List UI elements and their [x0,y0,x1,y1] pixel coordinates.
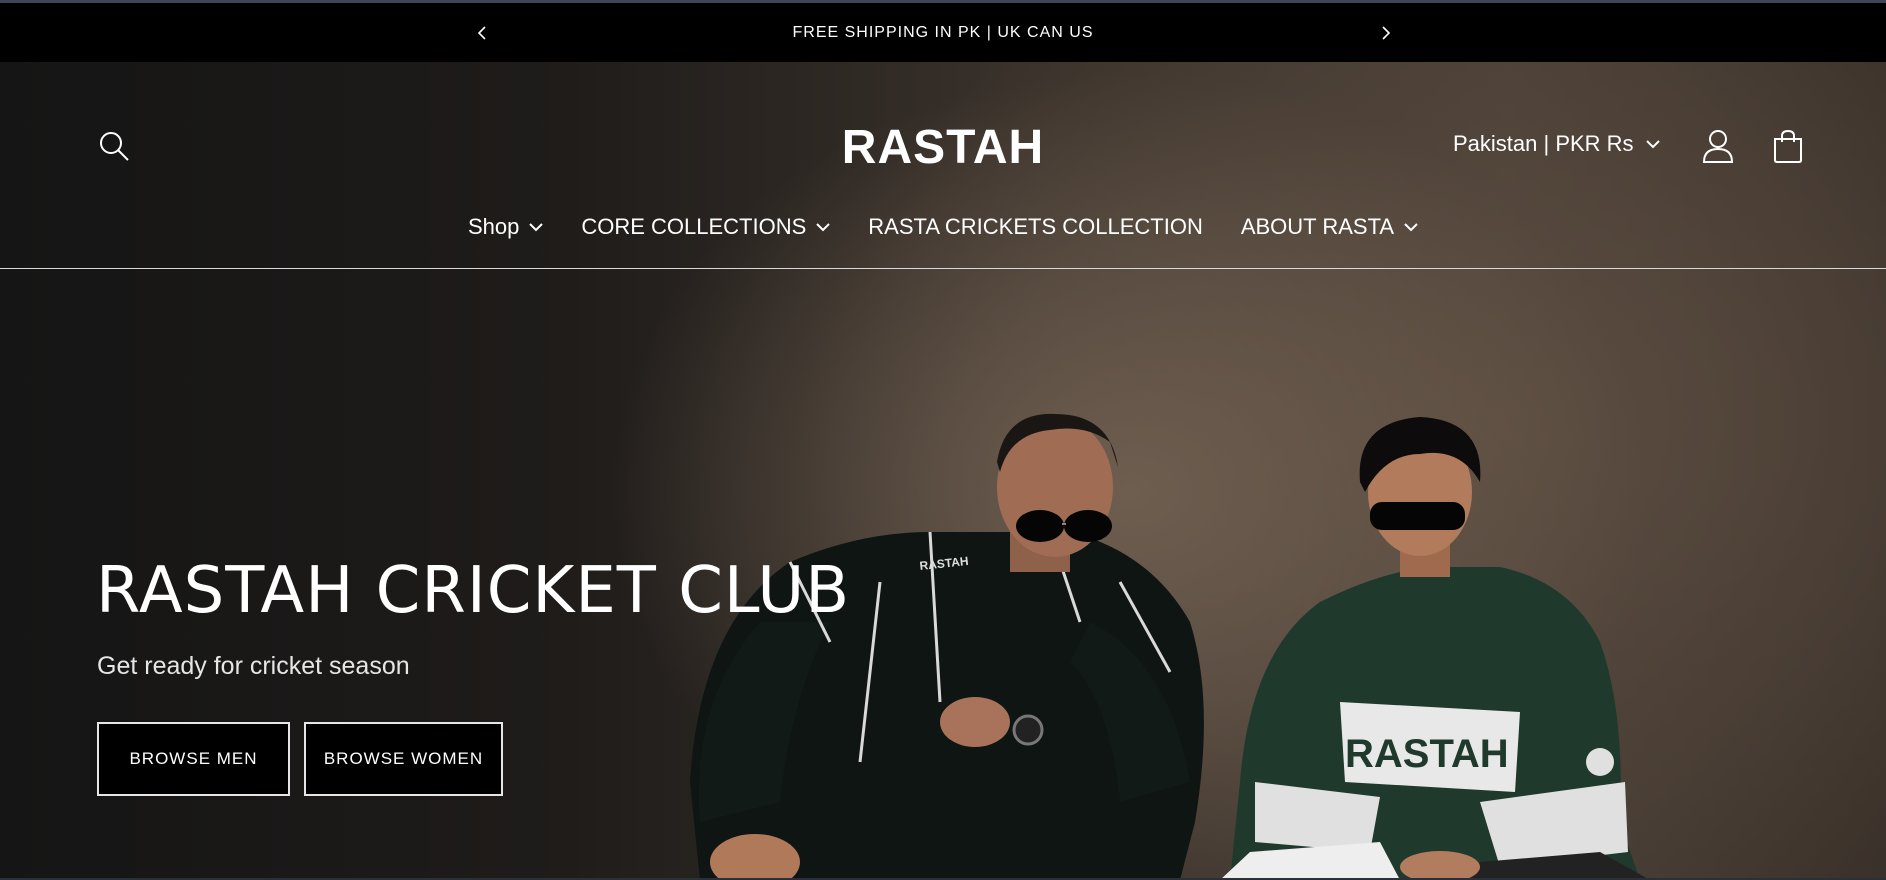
jacket-logo-right: RASTAH [1345,732,1509,776]
nav-item-shop[interactable]: Shop [449,212,562,242]
main-navigation: Shop CORE COLLECTIONS RASTA CRICKETS COL… [0,212,1886,242]
nav-item-about-rasta[interactable]: ABOUT RASTA [1222,212,1437,242]
country-currency-selector[interactable]: Pakistan | PKR Rs [1453,128,1660,160]
hero-subtitle: Get ready for cricket season [97,652,410,680]
account-icon [1702,130,1734,163]
chevron-down-icon [816,223,830,232]
hero-figure-right: RASTAH [1220,417,1650,880]
chevron-down-icon [529,223,544,232]
chevron-left-icon [477,26,486,40]
announcement-text: FREE SHIPPING IN PK | UK CAN US [792,23,1094,41]
nav-item-label: CORE COLLECTIONS [581,214,807,239]
nav-item-label: Shop [467,214,520,239]
announcement-next-button[interactable] [1374,21,1398,45]
hero-figure-left: RASTAH [690,413,1204,880]
chevron-right-icon [1382,26,1391,40]
cart-icon [1774,129,1802,163]
nav-item-rasta-crickets-collection[interactable]: RASTA CRICKETS COLLECTION [849,212,1222,242]
announcement-prev-button[interactable] [470,21,494,45]
cart-button[interactable] [1768,124,1808,168]
nav-item-core-collections[interactable]: CORE COLLECTIONS [562,212,849,242]
announcement-bar: FREE SHIPPING IN PK | UK CAN US [0,0,1886,62]
hero-title: RASTAH CRICKET CLUB [96,554,851,628]
chevron-down-icon [1404,223,1418,232]
nav-item-label: ABOUT RASTA [1240,214,1395,239]
account-button[interactable] [1698,124,1738,168]
chevron-down-icon [1645,140,1660,149]
browse-women-button[interactable]: BROWSE WOMEN [304,722,503,796]
browse-men-button[interactable]: BROWSE MEN [97,722,290,796]
site-header: RASTAH Pakistan | PKR Rs Shop CORE COLLE… [0,62,1886,269]
nav-item-label: RASTA CRICKETS COLLECTION [868,214,1203,239]
locale-label: Pakistan | PKR Rs [1453,131,1634,156]
